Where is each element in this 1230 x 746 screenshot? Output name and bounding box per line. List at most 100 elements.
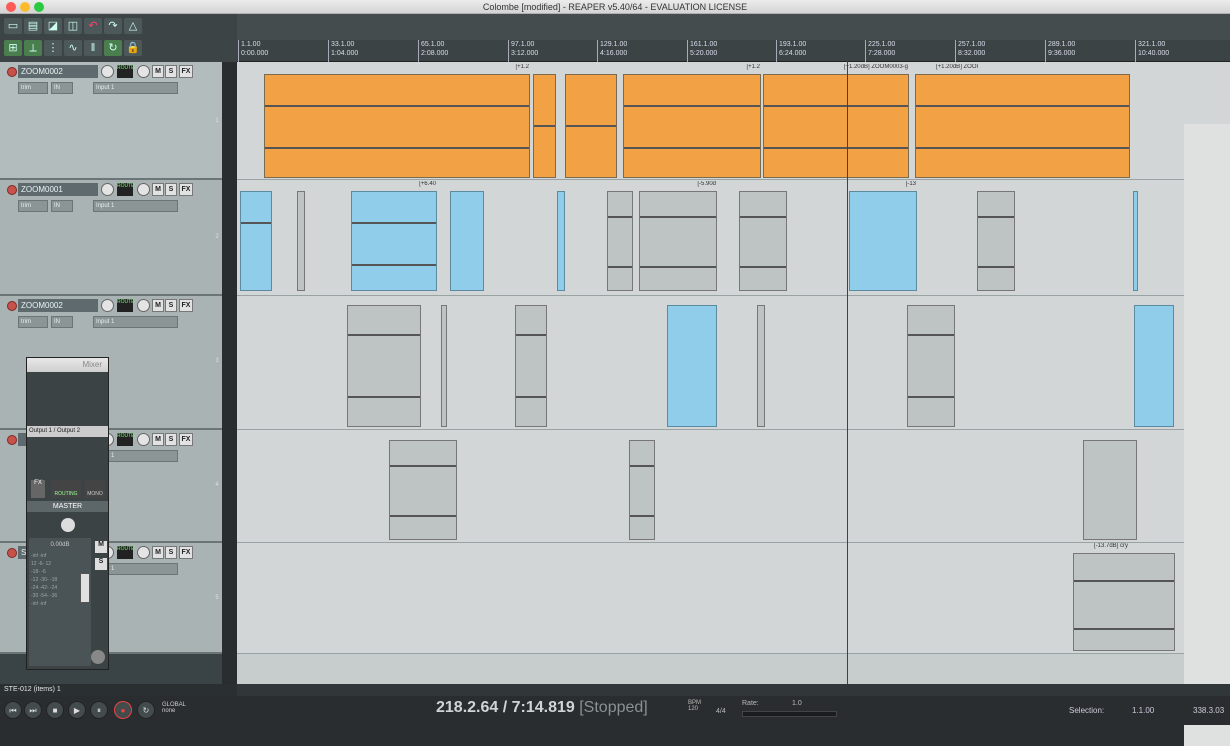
- pan-knob[interactable]: [137, 546, 150, 559]
- mute-button[interactable]: M: [152, 433, 164, 446]
- media-item[interactable]: [+1.20dB] ZOOI: [915, 64, 1130, 178]
- route-button[interactable]: ROUTE: [117, 546, 135, 559]
- trim-button[interactable]: trim: [18, 200, 48, 212]
- media-item[interactable]: [441, 305, 447, 427]
- media-item[interactable]: [565, 74, 617, 178]
- pause-icon[interactable]: ⏸: [90, 701, 108, 719]
- input-select[interactable]: Input 1: [93, 200, 178, 212]
- fx-button[interactable]: FX: [179, 183, 193, 196]
- track-lane[interactable]: [-13.7dB] cry: [237, 543, 1230, 654]
- solo-button[interactable]: S: [165, 299, 177, 312]
- media-item[interactable]: [-13.7dB] cry: [1073, 543, 1175, 651]
- input-select[interactable]: Input 1: [93, 82, 178, 94]
- timeline-ruler[interactable]: 1.1.00 0:00.000 33.1.00 1:04.000 65.1.00 2:…: [237, 40, 1230, 62]
- trim-button[interactable]: trim: [18, 316, 48, 328]
- record-arm-button[interactable]: [7, 435, 17, 445]
- media-item[interactable]: [629, 440, 655, 540]
- media-item[interactable]: [+6.40: [351, 181, 437, 291]
- track-lane[interactable]: [+1.2 [+1.2 [+1.20dB] ZOOM0003-g [+1.20d…: [237, 62, 1230, 180]
- time-signature[interactable]: 4/4: [716, 708, 726, 715]
- media-item[interactable]: [515, 305, 547, 427]
- media-item[interactable]: [389, 440, 457, 540]
- media-item[interactable]: [-13: [849, 181, 917, 291]
- media-item[interactable]: [240, 191, 272, 291]
- volume-knob[interactable]: [101, 299, 114, 312]
- close-window-button[interactable]: [6, 2, 16, 12]
- redo-icon[interactable]: ↷: [104, 18, 122, 34]
- pan-knob[interactable]: [137, 433, 150, 446]
- fx-button[interactable]: FX: [179, 433, 193, 446]
- snap-icon[interactable]: ‖: [84, 40, 102, 56]
- record-arm-button[interactable]: [7, 548, 17, 558]
- zoom-window-button[interactable]: [34, 2, 44, 12]
- media-item[interactable]: [297, 191, 305, 291]
- vertical-scrollbar[interactable]: [1184, 124, 1230, 746]
- mixer-window[interactable]: Mixer Output 1 / Output 2 FX ROUTING MON…: [26, 357, 109, 670]
- project-settings-icon[interactable]: ◫: [64, 18, 82, 34]
- mute-button[interactable]: M: [152, 183, 164, 196]
- grid-icon[interactable]: ⊞: [4, 40, 22, 56]
- pan-knob[interactable]: [137, 299, 150, 312]
- track-header[interactable]: ZOOM0002 ROUTE M S FX trim IN Input 1 1: [0, 62, 222, 180]
- loop-icon[interactable]: ↻: [104, 40, 122, 56]
- media-item[interactable]: [1133, 191, 1138, 291]
- go-to-start-icon[interactable]: ⏮: [4, 701, 22, 719]
- media-item[interactable]: [667, 305, 717, 427]
- route-button[interactable]: ROUTE: [117, 433, 135, 446]
- media-item[interactable]: [1134, 305, 1174, 427]
- master-routing-button[interactable]: ROUTING: [51, 480, 81, 498]
- repeat-icon[interactable]: ↻: [137, 701, 155, 719]
- media-item[interactable]: [+1.20dB] ZOOM0003-g: [763, 64, 909, 178]
- media-item[interactable]: [739, 191, 787, 291]
- master-mono-button[interactable]: MONO: [85, 480, 105, 498]
- automation-mode[interactable]: GLOBAL none: [162, 702, 186, 714]
- media-item[interactable]: [+1.2: [264, 64, 530, 178]
- edit-cursor[interactable]: [847, 40, 848, 686]
- track-name[interactable]: ZOOM0002: [18, 299, 98, 312]
- track-name[interactable]: ZOOM0001: [18, 183, 98, 196]
- undo-icon[interactable]: ↶: [84, 18, 102, 34]
- record-icon[interactable]: ●: [114, 701, 132, 719]
- selection-start[interactable]: 1.1.00: [1132, 706, 1154, 715]
- master-fx-button[interactable]: FX: [31, 480, 45, 498]
- input-monitor-button[interactable]: IN: [51, 200, 73, 212]
- route-button[interactable]: ROUTE: [117, 299, 135, 312]
- route-button[interactable]: ROUTE: [117, 65, 135, 78]
- open-project-icon[interactable]: ▤: [24, 18, 42, 34]
- playrate-slider[interactable]: [742, 711, 837, 717]
- volume-knob[interactable]: [101, 65, 114, 78]
- trim-button[interactable]: trim: [18, 82, 48, 94]
- input-monitor-button[interactable]: IN: [51, 316, 73, 328]
- media-item[interactable]: [607, 191, 633, 291]
- save-project-icon[interactable]: ◪: [44, 18, 62, 34]
- solo-button[interactable]: S: [165, 65, 177, 78]
- fx-button[interactable]: FX: [179, 546, 193, 559]
- mute-button[interactable]: M: [152, 546, 164, 559]
- master-mute-button[interactable]: M: [95, 541, 107, 553]
- master-output-select[interactable]: Output 1 / Output 2: [27, 426, 108, 437]
- item-grouping-icon[interactable]: ⋮: [44, 40, 62, 56]
- pan-knob[interactable]: [137, 183, 150, 196]
- go-to-end-icon[interactable]: ⏭: [24, 701, 42, 719]
- envelope-lock-icon[interactable]: ∿: [64, 40, 82, 56]
- input-monitor-button[interactable]: IN: [51, 82, 73, 94]
- gear-icon[interactable]: [91, 650, 105, 664]
- master-solo-button[interactable]: S: [95, 558, 107, 570]
- track-lane[interactable]: [237, 430, 1230, 543]
- stop-icon[interactable]: ■: [46, 701, 64, 719]
- horizontal-scrollbar[interactable]: [237, 684, 1230, 696]
- fx-button[interactable]: FX: [179, 299, 193, 312]
- track-name[interactable]: ZOOM0002: [18, 65, 98, 78]
- media-item[interactable]: [+1.2: [623, 64, 761, 178]
- master-fader[interactable]: [80, 573, 90, 603]
- media-item[interactable]: [347, 305, 421, 427]
- record-arm-button[interactable]: [7, 301, 17, 311]
- ripple-edit-icon[interactable]: ⟂: [24, 40, 42, 56]
- minimize-window-button[interactable]: [20, 2, 30, 12]
- solo-button[interactable]: S: [165, 183, 177, 196]
- media-item[interactable]: [557, 191, 565, 291]
- route-button[interactable]: ROUTE: [117, 183, 135, 196]
- solo-button[interactable]: S: [165, 433, 177, 446]
- media-item[interactable]: [450, 191, 484, 291]
- bpm-readout[interactable]: BPM 120: [688, 700, 701, 712]
